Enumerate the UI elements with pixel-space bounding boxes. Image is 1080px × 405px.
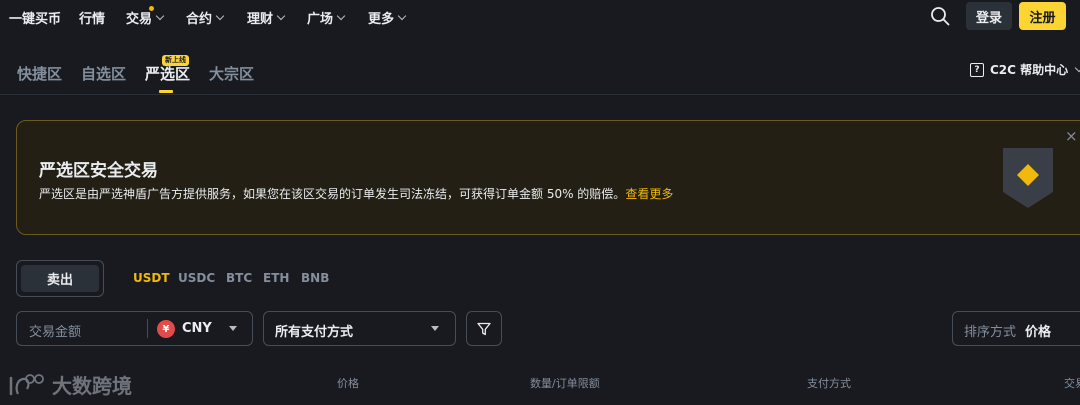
- nav-item-label: 一键买币: [9, 12, 62, 27]
- c2c-help-link[interactable]: ? C2C 帮助中心: [970, 61, 1080, 78]
- search-icon[interactable]: [930, 6, 950, 26]
- sell-button[interactable]: 卖出: [21, 265, 99, 292]
- column-header-payment: 支付方式: [807, 377, 851, 390]
- amount-input[interactable]: 交易金额 ¥ CNY: [16, 311, 253, 346]
- chevron-down-icon: [397, 11, 407, 20]
- shield-icon: [1003, 148, 1053, 208]
- nav-item-quick-buy[interactable]: 一键买币: [9, 8, 61, 27]
- tab-favorites-zone[interactable]: 自选区: [81, 63, 126, 84]
- nav-item-trade[interactable]: 交易: [126, 6, 165, 27]
- caret-down-icon: [431, 326, 439, 331]
- help-label: C2C 帮助中心: [990, 63, 1069, 77]
- nav-item-label: 交易: [126, 12, 153, 27]
- coin-tab-usdc[interactable]: USDC: [178, 271, 215, 285]
- payment-method-value: 所有支付方式: [275, 325, 354, 340]
- nav-item-label: 理财: [247, 12, 274, 27]
- tab-block-zone[interactable]: 大宗区: [209, 63, 254, 84]
- learn-more-link[interactable]: 查看更多: [625, 187, 673, 201]
- chevron-down-icon: [1074, 63, 1080, 72]
- filter-icon: [477, 322, 491, 335]
- payment-method-select[interactable]: 所有支付方式: [263, 311, 456, 346]
- nav-item-more[interactable]: 更多: [368, 8, 407, 27]
- yuan-icon: ¥: [157, 320, 175, 338]
- chevron-down-icon: [155, 11, 165, 20]
- column-header-price: 价格: [337, 377, 359, 390]
- caret-down-icon: [229, 326, 237, 331]
- watermark: 大数跨境: [8, 370, 132, 399]
- question-icon: ?: [970, 62, 984, 77]
- coin-tab-bnb[interactable]: BNB: [301, 271, 329, 285]
- safety-banner: 严选区安全交易 严选区是由严选神盾广告方提供服务，如果您在该区交易的订单发生司法…: [16, 120, 1080, 235]
- nav-item-label: 合约: [186, 12, 213, 27]
- currency-select[interactable]: CNY: [182, 321, 212, 336]
- banner-title: 严选区安全交易: [39, 161, 158, 181]
- notification-dot: [149, 6, 154, 11]
- trade-side-toggle: 卖出: [16, 260, 104, 297]
- sort-value: 价格: [1025, 325, 1052, 340]
- divider: [0, 94, 1080, 95]
- banner-description-text: 严选区是由严选神盾广告方提供服务，如果您在该区交易的订单发生司法冻结，可获得订单…: [39, 187, 626, 201]
- column-header-trade: 交易: [1064, 377, 1080, 390]
- close-icon[interactable]: ×: [1065, 127, 1078, 145]
- nav-item-label: 更多: [368, 12, 395, 27]
- chevron-down-icon: [215, 11, 225, 20]
- column-header-amount-limit: 数量/订单限额: [530, 377, 600, 390]
- filter-button[interactable]: [466, 311, 502, 346]
- new-badge: 新上线: [162, 55, 189, 66]
- nav-item-label: 行情: [79, 12, 106, 27]
- sort-label: 排序方式: [964, 325, 1017, 340]
- top-navigation: 一键买币 行情 交易 合约 理财 广场 更多 登录 注册: [0, 0, 1080, 34]
- amount-placeholder: 交易金额: [29, 325, 82, 340]
- register-button[interactable]: 注册: [1019, 2, 1066, 30]
- nav-item-label: 广场: [307, 12, 334, 27]
- active-tab-indicator: [159, 90, 173, 93]
- login-button[interactable]: 登录: [966, 2, 1012, 30]
- chevron-down-icon: [336, 11, 346, 20]
- divider: [147, 319, 148, 338]
- chevron-down-icon: [276, 11, 286, 20]
- coin-tab-eth[interactable]: ETH: [263, 271, 289, 285]
- coin-tab-btc[interactable]: BTC: [226, 271, 252, 285]
- nav-item-earn[interactable]: 理财: [247, 8, 286, 27]
- nav-item-square[interactable]: 广场: [307, 8, 346, 27]
- tab-quick-zone[interactable]: 快捷区: [17, 63, 62, 84]
- nav-item-futures[interactable]: 合约: [186, 8, 225, 27]
- sort-select[interactable]: 排序方式 价格: [952, 311, 1080, 346]
- nav-item-markets[interactable]: 行情: [79, 8, 105, 27]
- banner-description: 严选区是由严选神盾广告方提供服务，如果您在该区交易的订单发生司法冻结，可获得订单…: [39, 185, 673, 202]
- tab-selected-zone[interactable]: 严选区: [145, 63, 190, 84]
- watermark-text: 大数跨境: [52, 374, 132, 398]
- watermark-logo: [9, 373, 44, 395]
- coin-tab-usdt[interactable]: USDT: [133, 271, 170, 285]
